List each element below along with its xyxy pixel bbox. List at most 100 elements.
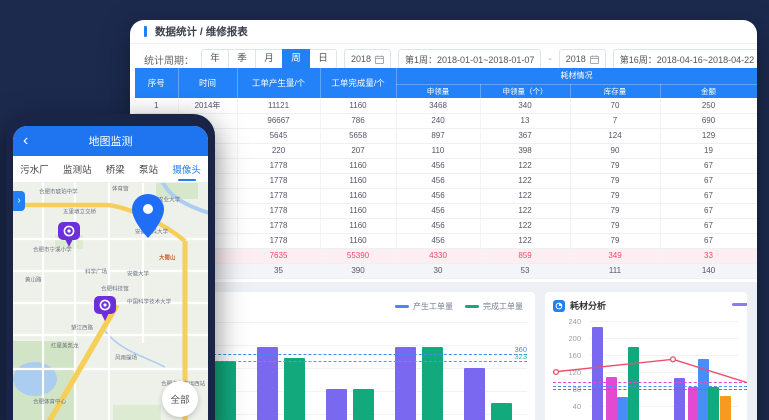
period-option[interactable]: 日 <box>309 49 337 69</box>
phone-tab-摄像头[interactable]: 摄像头 <box>170 156 203 182</box>
table-cell: 1778 <box>237 218 320 233</box>
legend-label: 产生工单量 <box>413 301 453 312</box>
table-cell: 5645 <box>237 128 320 143</box>
table-cell: 456 <box>396 173 480 188</box>
table-row: 177811604561227967 <box>135 203 757 218</box>
show-all-button[interactable]: 全部 <box>162 381 198 417</box>
bar-完成工单量 <box>491 403 512 420</box>
column-header: 工单产生量/个 <box>237 68 320 98</box>
table-cell: 122 <box>480 203 570 218</box>
table-cell: 456 <box>396 203 480 218</box>
total-cell: 4330 <box>396 248 480 263</box>
table-cell: 340 <box>480 98 570 113</box>
map-panel-expander[interactable]: › <box>13 191 25 211</box>
total-cell: 349 <box>570 248 660 263</box>
table-cell: 690 <box>660 113 757 128</box>
table-cell: 2014年 <box>178 98 237 113</box>
table-cell: 1778 <box>237 233 320 248</box>
table-row: 177811604561227967 <box>135 233 757 248</box>
phone-tab-桥梁[interactable]: 桥梁 <box>104 156 127 182</box>
legend-dash-cut <box>732 303 747 306</box>
column-header: 工单完成量/个 <box>320 68 396 98</box>
period-label: 统计周期： <box>144 52 194 67</box>
table-cell: 897 <box>396 128 480 143</box>
table-cell: 367 <box>480 128 570 143</box>
phone-mockup: ‹ 地图监测 污水厂监测站桥梁泵站摄像头 <box>6 114 215 420</box>
legend-item[interactable]: 完成工单量 <box>465 301 523 312</box>
table-header: 序号时间工单产生量/个工单完成量/个耗材情况申领量申领量（个）库存量金额 <box>135 68 757 98</box>
table-cell: 19 <box>660 143 757 158</box>
end-week-input[interactable]: 第16周：2018-04-16~2018-04-22 <box>613 49 757 69</box>
legend-item[interactable]: 产生工单量 <box>395 301 453 312</box>
table-row: 177811604561227967 <box>135 173 757 188</box>
end-year-select[interactable]: 2018 <box>559 49 606 69</box>
table-cell: 122 <box>480 233 570 248</box>
table-row: 2202071103989019 <box>135 143 757 158</box>
table-body: 12014年1112111603468340702509666778624013… <box>135 98 757 278</box>
map-label: 红星美凯龙 <box>51 341 79 349</box>
table-cell: 240 <box>396 113 480 128</box>
selected-camera-pin[interactable] <box>130 193 166 239</box>
average-cell: 111 <box>570 263 660 278</box>
phone-tab-污水厂[interactable]: 污水厂 <box>18 156 51 182</box>
period-option[interactable]: 周 <box>282 49 310 69</box>
map-label: 合肥体育中心 <box>33 397 66 405</box>
average-cell: 390 <box>320 263 396 278</box>
table-row: 177811604561227967 <box>135 188 757 203</box>
table-cell: 1160 <box>320 188 396 203</box>
table-cell: 456 <box>396 188 480 203</box>
map-label: 风雨操场 <box>115 353 137 361</box>
bar-完成工单量 <box>422 347 443 420</box>
map-label: 五里墩立交桥 <box>63 207 96 215</box>
table-cell: 122 <box>480 173 570 188</box>
table-cell: 13 <box>480 113 570 128</box>
bar-产生工单量 <box>464 368 485 420</box>
period-option[interactable]: 月 <box>255 49 283 69</box>
start-week-input[interactable]: 第1周：2018-01-01~2018-01-07 <box>398 49 541 69</box>
legend-dash <box>465 305 479 308</box>
breadcrumb: 数据统计 / 维修报表 <box>155 24 248 39</box>
consumable-chart-panel: 耗材分析 2402001601208040 <box>545 292 747 420</box>
sub-column-header: 库存量 <box>570 84 660 98</box>
table-cell: 1160 <box>320 233 396 248</box>
table-cell: 79 <box>570 158 660 173</box>
table-cell: 79 <box>570 203 660 218</box>
bar-产生工单量 <box>257 347 278 420</box>
table-cell: 398 <box>480 143 570 158</box>
total-cell: 33 <box>660 248 757 263</box>
phone-tab-监测站[interactable]: 监测站 <box>61 156 94 182</box>
phone-page-title: 地图监测 <box>13 133 208 149</box>
table-cell: 67 <box>660 203 757 218</box>
average-cell: 140 <box>660 263 757 278</box>
table-cell: 1160 <box>320 218 396 233</box>
charts-area: 产生工单量完成工单量 360323 耗材分析 2402001601208040 <box>130 282 757 420</box>
map-label: 安徽大学 <box>127 269 149 277</box>
dashboard-card: 数据统计 / 维修报表 统计周期： 年季月周日 2018 第1周：2018-01… <box>130 20 757 420</box>
header-row: 序号时间工单产生量/个工单完成量/个耗材情况 <box>135 68 757 84</box>
map-label: 合肥市琥珀中学 <box>39 187 78 195</box>
period-option[interactable]: 年 <box>201 49 229 69</box>
period-segmented-control: 年季月周日 <box>201 49 337 69</box>
table-cell: 456 <box>396 233 480 248</box>
map-view[interactable]: 合肥市琥珀中学体育馆安徽农业大学五里墩立交桥安徽医科大学合肥市宁溪小学科学广场安… <box>13 183 208 420</box>
camera-marker[interactable] <box>57 221 81 253</box>
table-cell: 96667 <box>237 113 320 128</box>
camera-marker[interactable] <box>93 295 117 327</box>
period-option[interactable]: 季 <box>228 49 256 69</box>
table-row: 12014年111211160346834070250 <box>135 98 757 113</box>
trend-line <box>553 318 747 420</box>
table-cell: 220 <box>237 143 320 158</box>
map-label: 合肥科技馆 <box>101 284 129 292</box>
table-cell: 70 <box>570 98 660 113</box>
total-cell: 55390 <box>320 248 396 263</box>
reference-line-label: 323 <box>514 352 527 361</box>
sub-column-header: 金额 <box>660 84 757 98</box>
table-cell: 79 <box>570 188 660 203</box>
table-cell: 122 <box>480 218 570 233</box>
table-cell: 3468 <box>396 98 480 113</box>
table-cell: 110 <box>396 143 480 158</box>
phone-tab-泵站[interactable]: 泵站 <box>137 156 160 182</box>
bar-完成工单量 <box>215 361 236 420</box>
start-year-select[interactable]: 2018 <box>344 49 391 69</box>
table-cell: 1160 <box>320 203 396 218</box>
